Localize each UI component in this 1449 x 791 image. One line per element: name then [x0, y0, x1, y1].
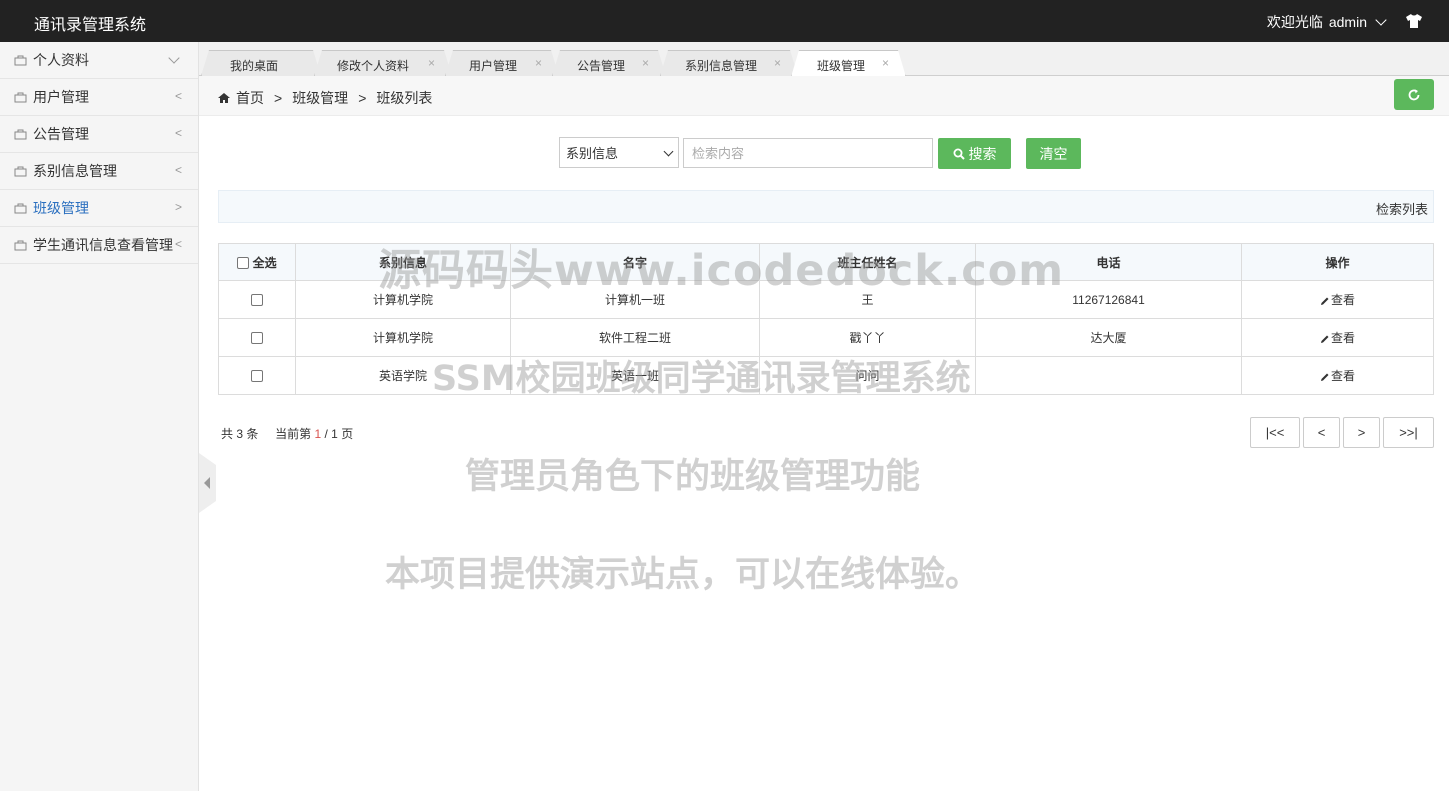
breadcrumb-bar: 首页 > 班级管理 > 班级列表	[199, 76, 1449, 116]
home-icon	[218, 93, 230, 103]
pencil-icon	[1320, 335, 1329, 343]
view-link[interactable]: 查看	[1320, 331, 1355, 345]
chevron-left-icon: <	[174, 89, 182, 103]
watermark-demo-note: 本项目提供演示站点，可以在线体验。	[385, 555, 981, 595]
pencil-icon	[1320, 297, 1329, 305]
tab-desktop[interactable]: 我的桌面	[201, 50, 321, 76]
user-menu[interactable]: 欢迎光临 admin	[1266, 12, 1387, 32]
sidebar-item-label: 学生通讯信息查看管理	[33, 237, 173, 253]
sidebar-item-student-contacts[interactable]: 学生通讯信息查看管理 <	[0, 227, 198, 264]
view-link[interactable]: 查看	[1320, 369, 1355, 383]
sidebar-item-profile[interactable]: 个人资料	[0, 42, 198, 79]
first-page-button[interactable]: |<<	[1250, 417, 1300, 448]
refresh-button[interactable]	[1394, 79, 1434, 110]
total-count: 3	[236, 427, 244, 441]
cell-action: 查看	[1241, 356, 1434, 395]
bag-icon	[14, 166, 27, 177]
tab-notices[interactable]: 公告管理 ×	[552, 50, 666, 76]
chevron-right-icon: >	[174, 200, 182, 214]
current-page: 1	[314, 427, 322, 441]
bag-icon	[14, 55, 27, 66]
bag-icon	[14, 129, 27, 140]
breadcrumb: 首页 > 班级管理 > 班级列表	[218, 88, 432, 108]
sidebar-item-notices[interactable]: 公告管理 <	[0, 116, 198, 153]
chevron-left-icon: <	[174, 237, 182, 251]
chevron-down-icon	[663, 146, 674, 157]
search-icon	[953, 148, 965, 160]
sidebar-item-classes[interactable]: 班级管理 >	[0, 190, 198, 227]
watermark-site: 源码码头www.icodedock.com	[378, 246, 1065, 296]
search-field-select[interactable]: 系别信息	[559, 137, 679, 168]
last-page-button[interactable]: >>|	[1383, 417, 1434, 448]
list-header-label: 检索列表	[1375, 202, 1428, 217]
row-select-cell	[218, 356, 296, 395]
prev-page-button[interactable]: <	[1303, 417, 1340, 448]
welcome-text: 欢迎光临	[1266, 14, 1323, 30]
breadcrumb-separator: >	[274, 90, 283, 106]
chevron-left-icon: <	[174, 163, 182, 177]
column-header: 操作	[1241, 243, 1434, 281]
pager-info: 共 3 条 当前第 1 / 1 页	[221, 427, 354, 441]
page-count: 1	[331, 427, 338, 441]
top-bar: 通讯录管理系统 欢迎光临 admin	[0, 0, 1449, 42]
watermark-feature: 管理员角色下的班级管理功能	[465, 457, 921, 497]
breadcrumb-separator: >	[358, 90, 367, 106]
tab-users[interactable]: 用户管理 ×	[445, 50, 559, 76]
app-title: 通讯录管理系统	[34, 17, 147, 34]
select-all-checkbox[interactable]	[237, 257, 250, 270]
close-icon[interactable]: ×	[642, 56, 649, 70]
cell-phone	[975, 356, 1242, 395]
chevron-down-icon[interactable]	[1375, 14, 1387, 26]
tab-bar: 我的桌面 修改个人资料 × 用户管理 × 公告管理 × 系别信息管理 × 班级管…	[199, 42, 1449, 76]
username[interactable]: admin	[1329, 14, 1367, 30]
row-checkbox[interactable]	[251, 370, 263, 383]
tab-departments[interactable]: 系别信息管理 ×	[660, 50, 798, 76]
close-icon[interactable]: ×	[535, 56, 542, 70]
sidebar-item-departments[interactable]: 系别信息管理 <	[0, 153, 198, 190]
breadcrumb-level1[interactable]: 班级管理	[292, 88, 348, 108]
sidebar-item-label: 用户管理	[33, 89, 89, 105]
sidebar-item-label: 公告管理	[33, 126, 89, 142]
sidebar: 个人资料 用户管理 < 公告管理 < 系别信息管理 < 班级管理 > 学生通讯信…	[0, 42, 199, 791]
sidebar-item-label: 系别信息管理	[33, 163, 117, 179]
clear-button[interactable]: 清空	[1026, 138, 1081, 169]
row-checkbox[interactable]	[251, 294, 263, 307]
bag-icon	[14, 92, 27, 103]
pagination: |<< < > >>|	[1250, 417, 1434, 448]
row-select-cell	[218, 318, 296, 357]
tab-classes[interactable]: 班级管理 ×	[791, 50, 906, 77]
chevron-down-icon	[168, 52, 180, 64]
close-icon[interactable]: ×	[774, 56, 781, 70]
search-button[interactable]: 搜索	[938, 138, 1011, 169]
chevron-left-icon: <	[174, 126, 182, 140]
view-link[interactable]: 查看	[1320, 293, 1355, 307]
watermark-system-name: SSM校园班级同学通讯录管理系统	[432, 359, 971, 399]
bag-icon	[14, 203, 27, 214]
cell-action: 查看	[1241, 280, 1434, 319]
breadcrumb-level2: 班级列表	[376, 90, 433, 106]
search-input[interactable]	[683, 138, 933, 168]
row-select-cell	[218, 280, 296, 319]
close-icon[interactable]: ×	[882, 56, 889, 70]
select-all-header[interactable]: 全选	[218, 243, 296, 281]
bag-icon	[14, 240, 27, 251]
refresh-icon	[1408, 89, 1420, 100]
next-page-button[interactable]: >	[1343, 417, 1380, 448]
sidebar-item-label: 个人资料	[33, 52, 89, 68]
row-checkbox[interactable]	[251, 332, 263, 345]
cell-action: 查看	[1241, 318, 1434, 357]
list-header: 检索列表	[218, 190, 1434, 223]
tshirt-icon[interactable]	[1405, 12, 1423, 30]
pencil-icon	[1320, 373, 1329, 381]
cell-phone: 达大厦	[975, 318, 1242, 357]
tab-edit-profile[interactable]: 修改个人资料 ×	[314, 50, 452, 76]
sidebar-item-users[interactable]: 用户管理 <	[0, 79, 198, 116]
sidebar-item-label: 班级管理	[33, 200, 89, 216]
breadcrumb-home[interactable]: 首页	[236, 88, 264, 108]
sidebar-collapse-handle[interactable]	[199, 453, 216, 513]
close-icon[interactable]: ×	[428, 56, 435, 70]
